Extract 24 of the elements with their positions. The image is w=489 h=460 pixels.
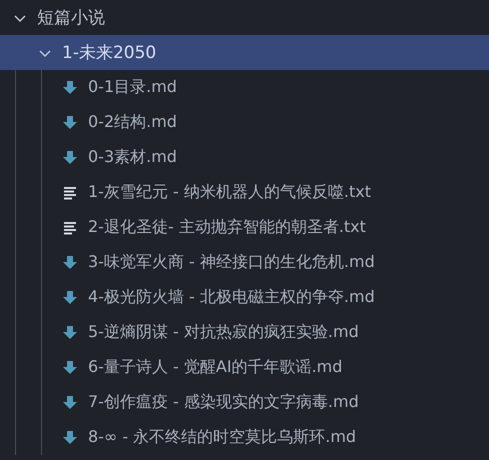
down-arrow-icon (62, 114, 78, 130)
down-arrow-icon (62, 80, 78, 96)
file-item[interactable]: 6-量子诗人 - 觉醒AI的千年歌谣.md (0, 350, 489, 385)
file-item[interactable]: 5-逆熵阴谋 - 对抗热寂的疯狂实验.md (0, 315, 489, 350)
file-item[interactable]: 1-灰雪纪元 - 纳米机器人的气候反噬.txt (0, 175, 489, 210)
file-item[interactable]: 8-∞ - 永不终结的时空莫比乌斯环.md (0, 420, 489, 455)
down-arrow-icon (62, 254, 78, 270)
text-file-icon (62, 184, 78, 200)
folder-item[interactable]: 1-未来2050 (0, 35, 489, 70)
down-arrow-icon (62, 150, 78, 166)
down-arrow-icon (62, 430, 78, 446)
file-item[interactable]: 3-味觉军火商 - 神经接口的生化危机.md (0, 245, 489, 280)
file-item[interactable]: 0-3素材.md (0, 140, 489, 175)
folder-item[interactable]: 短篇小说 (0, 0, 489, 35)
file-item[interactable]: 0-2结构.md (0, 105, 489, 140)
file-item[interactable]: 2-退化圣徒- 主动抛弃智能的朝圣者.txt (0, 210, 489, 245)
down-arrow-icon (62, 394, 78, 410)
file-item[interactable]: 7-创作瘟疫 - 感染现实的文字病毒.md (0, 385, 489, 420)
text-file-icon (62, 220, 78, 236)
down-arrow-icon (62, 324, 78, 340)
down-arrow-icon (62, 290, 78, 306)
file-item[interactable]: 0-1目录.md (0, 70, 489, 105)
file-item[interactable]: 4-极光防火墙 - 北极电磁主权的争夺.md (0, 280, 489, 315)
down-arrow-icon (62, 360, 78, 376)
